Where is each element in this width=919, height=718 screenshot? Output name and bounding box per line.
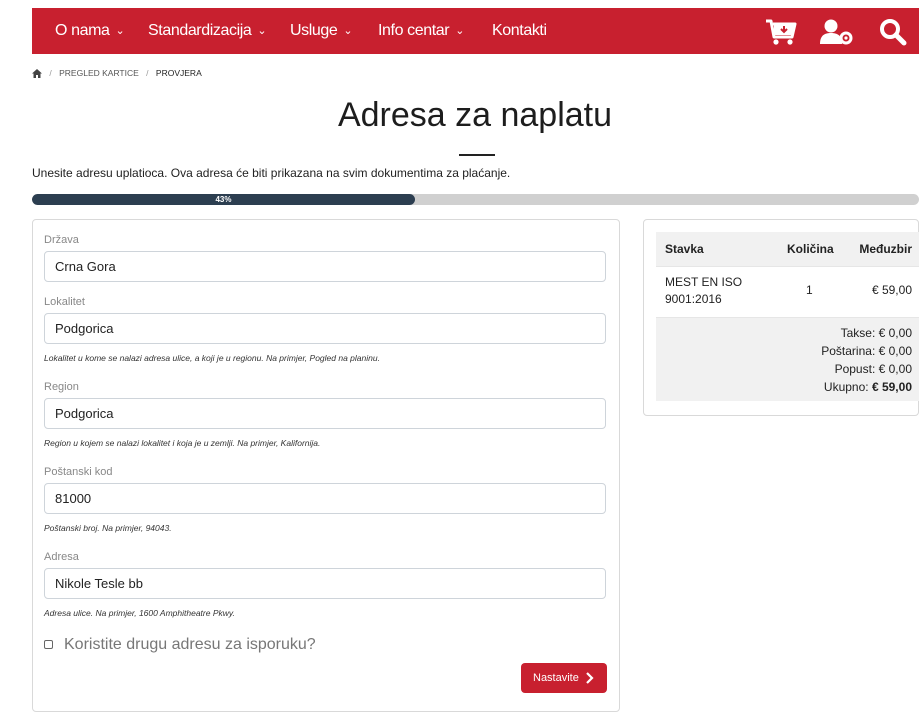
total-value: € 59,00 [871, 380, 912, 394]
breadcrumb-separator: / [49, 67, 52, 78]
order-summary: Stavka Količina Međuzbir MEST EN ISO 900… [643, 219, 919, 416]
nav-label: Usluge [290, 22, 338, 39]
locality-field[interactable] [44, 313, 606, 344]
progress-fill: 43% [32, 194, 415, 205]
breadcrumb: / PREGLED KARTICE / PROVJERA [32, 67, 202, 81]
order-summary-table: Stavka Količina Međuzbir MEST EN ISO 900… [656, 232, 919, 401]
billing-address-form: Država Lokalitet Lokalitet u kome se nal… [32, 219, 620, 712]
breadcrumb-separator: / [146, 67, 149, 78]
chevron-down-icon: ⌄ [257, 25, 267, 37]
total-label: Ukupno: [823, 380, 869, 394]
locality-help: Lokalitet u kome se nalazi adresa ulice,… [44, 353, 380, 363]
nav-label: Standardizacija [148, 22, 252, 39]
country-label: Država [44, 234, 79, 246]
discount-value: € 0,00 [878, 362, 912, 376]
search-icon[interactable] [879, 18, 907, 46]
page-title: Adresa za naplatu [337, 96, 613, 134]
home-icon[interactable] [32, 68, 44, 78]
nav-item-usluge[interactable]: Usluge ⌄ [290, 8, 353, 54]
discount-label: Popust: [834, 362, 876, 376]
breadcrumb-item-cart[interactable]: PREGLED KARTICE [59, 68, 139, 78]
total-line: Ukupno: € 59,00 [824, 380, 912, 394]
chevron-down-icon: ⌄ [115, 25, 125, 37]
summary-header-row: Stavka Količina Međuzbir [656, 232, 919, 266]
shipping-label: Poštarina: [821, 344, 876, 358]
tax-line: Takse: € 0,00 [841, 326, 912, 340]
address-help: Adresa ulice. Na primjer, 1600 Amphithea… [44, 608, 235, 618]
checkout-progress-bar: 43% [32, 194, 919, 205]
page-intro: Unesite adresu uplatioca. Ova adresa će … [32, 166, 511, 180]
row-subtotal: € 59,00 [871, 283, 912, 297]
shipping-value: € 0,00 [878, 344, 912, 358]
main-navbar: O nama ⌄ Standardizacija ⌄ Usluge ⌄ Info ce… [32, 8, 919, 54]
region-label: Region [44, 381, 79, 393]
nav-label: Kontakti [492, 22, 547, 39]
tax-label: Takse: [840, 326, 876, 340]
nav-label: Info centar [378, 22, 450, 39]
table-row: MEST EN ISO 9001:2016 1 € 59,00 [656, 266, 919, 317]
chevron-down-icon: ⌄ [343, 25, 353, 37]
summary-totals: Takse: € 0,00 Poštarina: € 0,00 Popust: … [656, 317, 919, 401]
breadcrumb-item-checkout: PROVJERA [155, 67, 202, 78]
title-divider [459, 154, 495, 156]
top-strip [0, 0, 919, 7]
different-shipping-checkbox[interactable] [44, 640, 53, 649]
chevron-right-icon [586, 672, 594, 684]
postal-code-help: Poštanski broj. Na primjer, 94043. [44, 523, 172, 533]
address-field[interactable] [44, 568, 606, 599]
locality-label: Lokalitet [44, 296, 85, 308]
shipping-line: Poštarina: € 0,00 [821, 344, 912, 358]
region-field[interactable] [44, 398, 606, 429]
different-shipping-label[interactable]: Koristite drugu adresu za isporuku? [64, 635, 316, 655]
nav-item-kontakti[interactable]: Kontakti [492, 8, 547, 54]
nav-item-o-nama[interactable]: O nama ⌄ [55, 8, 125, 54]
column-header-quantity: Količina [787, 242, 834, 256]
continue-label: Nastavite [533, 672, 579, 684]
nav-label: O nama [55, 22, 110, 39]
column-header-item: Stavka [665, 242, 704, 256]
discount-line: Popust: € 0,00 [835, 362, 912, 376]
row-quantity: 1 [806, 283, 813, 297]
cart-download-icon[interactable] [765, 18, 797, 46]
nav-item-info-centar[interactable]: Info centar ⌄ [378, 8, 464, 54]
region-help: Region u kojem se nalazi lokalitet i koj… [44, 438, 321, 448]
postal-code-label: Poštanski kod [44, 466, 113, 478]
row-item-name: MEST EN ISO 9001:2016 [665, 275, 743, 306]
continue-button[interactable]: Nastavite [521, 663, 607, 693]
nav-item-standardizacija[interactable]: Standardizacija ⌄ [148, 8, 267, 54]
country-field[interactable] [44, 251, 606, 282]
column-header-subtotal: Međuzbir [859, 242, 912, 256]
address-label: Adresa [44, 551, 79, 563]
user-settings-icon[interactable] [820, 18, 854, 46]
postal-code-field[interactable] [44, 483, 606, 514]
chevron-down-icon: ⌄ [455, 25, 465, 37]
tax-value: € 0,00 [878, 326, 912, 340]
